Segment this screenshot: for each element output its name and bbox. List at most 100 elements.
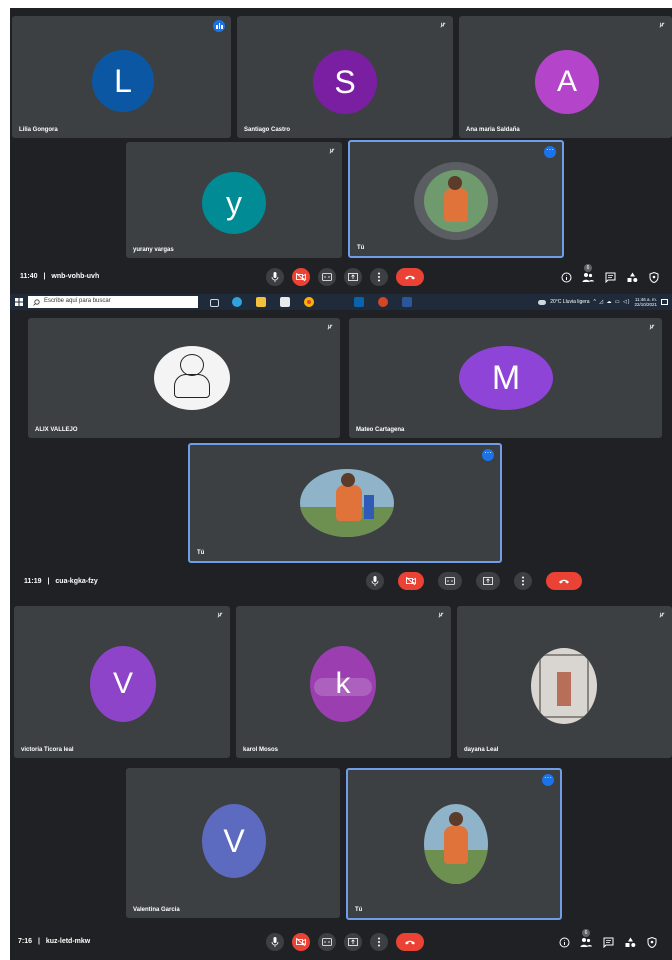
participant-tile-santiago[interactable]: S Santiago Castro xyxy=(237,16,453,138)
captions-button[interactable] xyxy=(318,268,336,286)
weather-text[interactable]: 20°C Lluvia ligera xyxy=(550,299,589,305)
activities-button[interactable] xyxy=(626,271,638,283)
people-button[interactable]: 6 xyxy=(582,264,594,283)
more-icon xyxy=(378,272,380,282)
search-placeholder: Escribe aquí para buscar xyxy=(44,298,111,304)
meeting-time: 11:40 xyxy=(20,273,38,280)
system-tray: 20°C Lluvia ligera ^ ◿ ☁ ▭ ◁) 11:46 a. m… xyxy=(538,296,668,308)
people-icon xyxy=(582,272,594,282)
participant-tile-victoria[interactable]: V victoria Ticora leal xyxy=(14,606,230,758)
host-controls-button[interactable] xyxy=(646,936,658,948)
captions-button[interactable] xyxy=(318,933,336,951)
present-button[interactable] xyxy=(344,268,362,286)
participant-name: ALIX VALLEJO xyxy=(35,427,78,433)
chat-button[interactable] xyxy=(602,936,614,948)
info-icon xyxy=(559,937,569,947)
present-button[interactable] xyxy=(344,933,362,951)
mic-off-icon xyxy=(217,612,223,618)
host-controls-button[interactable] xyxy=(648,271,660,283)
info-button[interactable] xyxy=(558,936,570,948)
people-button[interactable]: 6 xyxy=(580,929,592,948)
participant-tile-karol[interactable]: k karol Mosos xyxy=(236,606,451,758)
taskbar-search-input[interactable]: Escribe aquí para buscar xyxy=(28,296,198,308)
self-video-photo xyxy=(424,804,488,884)
participant-name: yurany vargas xyxy=(133,247,174,253)
powerpoint-icon[interactable] xyxy=(378,297,388,307)
mic-off-icon xyxy=(438,612,444,618)
participant-name: Santiago Castro xyxy=(244,127,291,133)
participant-tile-alix[interactable]: ALIX VALLEJO xyxy=(28,318,340,438)
end-call-button[interactable] xyxy=(396,933,424,951)
meeting-code: wnb-vohb-uvh xyxy=(51,273,100,280)
captions-icon xyxy=(322,938,332,946)
file-explorer-icon[interactable] xyxy=(256,297,266,307)
people-count-badge: 6 xyxy=(584,264,592,272)
present-icon xyxy=(348,273,358,281)
more-icon xyxy=(522,576,524,586)
store-icon[interactable] xyxy=(280,297,290,307)
participant-name: dayana Leal xyxy=(464,747,499,753)
participant-tile-self[interactable]: ··· Tú xyxy=(188,443,502,563)
captions-icon xyxy=(445,577,455,585)
participant-tile-self[interactable]: ··· Tú xyxy=(348,140,564,258)
more-button[interactable] xyxy=(514,572,532,590)
present-button[interactable] xyxy=(476,572,500,590)
participant-name: Ana maria Saldaña xyxy=(466,127,520,133)
more-button[interactable] xyxy=(370,268,388,286)
mic-button[interactable] xyxy=(366,572,384,590)
end-call-button[interactable] xyxy=(396,268,424,286)
profile-photo xyxy=(531,648,597,724)
chat-icon xyxy=(605,272,615,283)
participant-name: Tú xyxy=(197,550,205,556)
avatar: V xyxy=(202,804,266,878)
notifications-icon[interactable] xyxy=(661,299,668,305)
chrome-icon[interactable] xyxy=(304,297,314,307)
side-controls: 6 xyxy=(558,929,658,948)
participant-tile-yurany[interactable]: y yurany vargas xyxy=(126,142,342,258)
windows-icon[interactable] xyxy=(15,298,23,306)
call-controls xyxy=(266,933,424,951)
tray-icons[interactable]: ^ ◿ ☁ ▭ ◁) xyxy=(593,299,630,305)
meeting-time: 7:16 xyxy=(18,938,33,945)
mic-off-icon xyxy=(659,22,665,28)
camera-button[interactable] xyxy=(292,933,310,951)
meet-window-1: L Lilia Gongora S Santiago Castro A Ana … xyxy=(10,8,672,294)
end-call-button[interactable] xyxy=(546,572,582,590)
edge-icon[interactable] xyxy=(232,297,242,307)
camera-button[interactable] xyxy=(398,572,424,590)
mic-button[interactable] xyxy=(266,268,284,286)
more-options-icon[interactable]: ··· xyxy=(544,146,556,158)
info-button[interactable] xyxy=(560,271,572,283)
camera-off-icon xyxy=(296,938,306,946)
chat-button[interactable] xyxy=(604,271,616,283)
separator: | xyxy=(43,273,46,280)
outlook-icon[interactable] xyxy=(354,297,364,307)
present-icon xyxy=(483,577,493,585)
present-icon xyxy=(348,938,358,946)
mic-off-icon xyxy=(327,324,333,330)
camera-button[interactable] xyxy=(292,268,310,286)
captions-button[interactable] xyxy=(438,572,462,590)
info-icon xyxy=(561,272,571,282)
camera-off-icon xyxy=(406,577,416,585)
avatar: V xyxy=(90,646,156,722)
end-call-icon xyxy=(559,579,569,584)
avatar: M xyxy=(459,346,553,410)
participant-tile-ana[interactable]: A Ana maria Saldaña xyxy=(459,16,672,138)
more-options-icon[interactable]: ··· xyxy=(542,774,554,786)
pin-overlay[interactable] xyxy=(314,678,372,696)
participant-name: Tú xyxy=(355,907,363,913)
participant-tile-dayana[interactable]: dayana Leal xyxy=(457,606,672,758)
participant-tile-mateo[interactable]: M Mateo Cartagena xyxy=(349,318,662,438)
participant-name: victoria Ticora leal xyxy=(21,747,74,753)
word-icon[interactable] xyxy=(402,297,412,307)
activities-button[interactable] xyxy=(624,936,636,948)
more-options-icon[interactable]: ··· xyxy=(482,449,494,461)
participant-tile-valentina[interactable]: V Valentina Garcia xyxy=(126,768,340,918)
task-view-icon[interactable] xyxy=(210,299,219,307)
mic-button[interactable] xyxy=(266,933,284,951)
taskbar-clock[interactable]: 11:46 a. m. 22/10/2021 xyxy=(634,297,657,307)
more-button[interactable] xyxy=(370,933,388,951)
participant-tile-lilia[interactable]: L Lilia Gongora xyxy=(12,16,231,138)
participant-tile-self[interactable]: ··· Tú xyxy=(346,768,562,920)
